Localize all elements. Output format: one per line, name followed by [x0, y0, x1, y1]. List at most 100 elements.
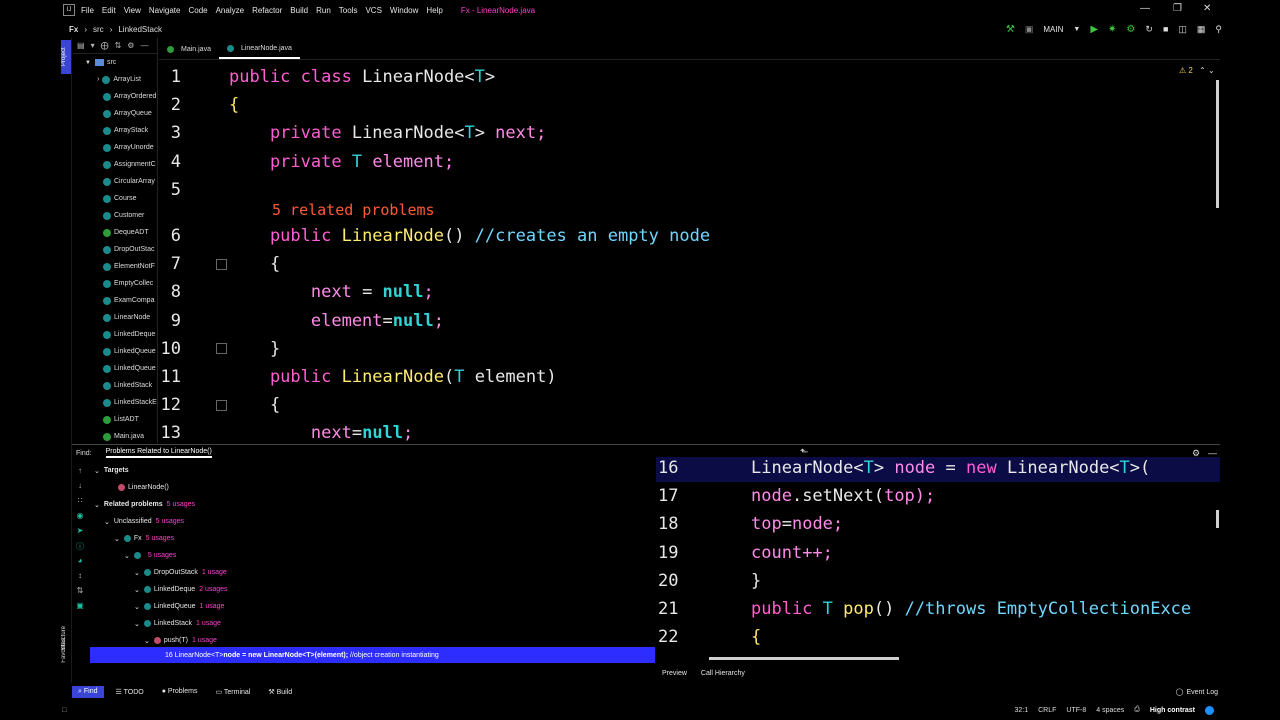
file-encoding[interactable]: UTF-8	[1066, 707, 1086, 714]
chevron-down-icon[interactable]: ⌄	[134, 620, 140, 628]
breadcrumb-class[interactable]: LinkedStack	[118, 25, 162, 34]
tree-item[interactable]: LinkedQueue	[73, 343, 157, 360]
build-hammer-icon[interactable]: ⚒	[1006, 24, 1015, 35]
preview-hscrollbar[interactable]	[709, 657, 899, 660]
arrow-down-icon[interactable]: ↓	[75, 481, 85, 491]
theme-indicator[interactable]: High contrast	[1150, 707, 1195, 714]
menu-item-refactor[interactable]: Refactor	[252, 6, 282, 15]
close-icon[interactable]: ✕	[1203, 3, 1211, 14]
filter-icon[interactable]: ◕	[75, 556, 85, 566]
tree-item[interactable]: ListADT	[73, 411, 157, 428]
tree-item[interactable]: EmptyCollec	[73, 275, 157, 292]
chevron-down-icon[interactable]: ⌄	[1208, 66, 1215, 75]
favorites-tool-tab[interactable]: Favorites	[61, 638, 67, 663]
chevron-down-icon[interactable]: ⌄	[104, 518, 110, 526]
tree-item[interactable]: DequeADT	[73, 224, 157, 241]
chevron-down-icon[interactable]: ⌄	[144, 637, 150, 645]
chevron-down-icon[interactable]: ⌄	[134, 569, 140, 577]
project-tool-tab[interactable]: Project	[61, 40, 71, 74]
indent-setting[interactable]: 4 spaces	[1096, 707, 1124, 714]
tree-item[interactable]: CircularArray	[73, 173, 157, 190]
menu-item-view[interactable]: View	[124, 6, 141, 15]
tree-item[interactable]: ExamCompa	[73, 292, 157, 309]
selected-usage-row[interactable]: 16 LinearNode<T> node = new LinearNode<T…	[90, 647, 655, 663]
result-row[interactable]: ⌄ 5 usages	[124, 547, 176, 564]
breadcrumb-src[interactable]: src	[93, 25, 104, 34]
caret-position[interactable]: 32:1	[1014, 707, 1028, 714]
result-row[interactable]: ⌄ LinkedStack 1 usage	[134, 615, 221, 632]
lock-icon[interactable]: ⎙	[1134, 706, 1140, 714]
gear-icon[interactable]: ⚙	[127, 41, 134, 50]
result-row[interactable]: LinearNode()	[114, 479, 173, 496]
code-editor[interactable]: 1 public class LinearNode<T> 2{3 private L…	[159, 62, 1220, 444]
usage-preview[interactable]: 16 LinearNode<T> node = new LinearNode<T>…	[656, 457, 1220, 664]
project-structure-icon[interactable]: ◫	[1178, 24, 1187, 35]
related-problems-hint[interactable]: 5 related problems	[272, 201, 435, 219]
restore-icon[interactable]: ❐	[1173, 3, 1182, 14]
tree-item[interactable]: LinkedQueue	[73, 360, 157, 377]
preview-toggle-icon[interactable]: ▣	[75, 601, 85, 611]
fold-marker-icon[interactable]	[216, 343, 227, 354]
tool-button-build[interactable]: ⚒ Build	[262, 686, 298, 698]
fold-marker-icon[interactable]	[216, 259, 227, 270]
tree-item[interactable]: DropOutStac	[73, 241, 157, 258]
menu-item-analyze[interactable]: Analyze	[216, 6, 244, 15]
tree-item[interactable]: Customer	[73, 207, 157, 224]
menu-item-window[interactable]: Window	[390, 6, 418, 15]
notifications-icon[interactable]	[1205, 705, 1214, 715]
tool-button-todo[interactable]: ☰ TODO	[110, 686, 150, 698]
tab-linearnode-java[interactable]: LinearNode.java	[218, 40, 300, 59]
result-row[interactable]: ⌄ LinkedQueue 1 usage	[134, 598, 224, 615]
info-icon[interactable]: ⓘ	[75, 541, 85, 551]
tree-item[interactable]: ArrayOrdered	[73, 88, 157, 105]
result-row[interactable]: ⌄ Targets	[94, 462, 133, 479]
result-row[interactable]: ⌄ Unclassified 5 usages	[104, 513, 184, 530]
tab-problems-related[interactable]: Problems Related to LinearNode()	[105, 448, 212, 458]
result-row[interactable]: ⌄ LinkedDeque 2 usages	[134, 581, 228, 598]
navigate-icon[interactable]: ➤	[75, 526, 85, 536]
menu-item-help[interactable]: Help	[426, 6, 442, 15]
tab-preview[interactable]: Preview	[662, 670, 687, 677]
menu-item-navigate[interactable]: Navigate	[149, 6, 181, 15]
group-icon[interactable]: ∷	[75, 496, 85, 506]
chevron-right-icon[interactable]: ›	[97, 76, 99, 83]
profile-icon[interactable]: ↻	[1145, 24, 1153, 35]
view-mode-icon[interactable]: ▤	[77, 41, 85, 50]
tree-root-src[interactable]: ▼ src	[73, 54, 157, 71]
result-row[interactable]: ⌄ DropOutStack 1 usage	[134, 564, 227, 581]
locate-icon[interactable]: ⨁	[101, 41, 109, 50]
chevron-down-icon[interactable]: ⌄	[94, 467, 100, 475]
chevron-down-icon[interactable]: ⌄	[114, 535, 120, 543]
tree-item[interactable]: ElementNotF	[73, 258, 157, 275]
layout-toggle-icon[interactable]: □	[62, 707, 66, 714]
chevron-down-icon[interactable]: ⌄	[134, 586, 140, 594]
run-config-select[interactable]: MAIN	[1043, 25, 1063, 34]
tree-item[interactable]: LinkedDeque	[73, 326, 157, 343]
tree-item[interactable]: AssignmentC	[73, 156, 157, 173]
tree-item[interactable]: Course	[73, 190, 157, 207]
tab-call-hierarchy[interactable]: Call Hierarchy	[701, 670, 745, 677]
tree-item[interactable]: LinearNode	[73, 309, 157, 326]
fold-marker-icon[interactable]	[216, 400, 227, 411]
chevron-down-icon[interactable]: ⌄	[134, 603, 140, 611]
chevron-up-icon[interactable]: ⌃	[1199, 66, 1206, 75]
menu-item-run[interactable]: Run	[316, 6, 331, 15]
layout-icon[interactable]: ▦	[1197, 24, 1206, 35]
chevron-down-icon[interactable]: ⌄	[124, 552, 130, 560]
line-separator[interactable]: CRLF	[1038, 707, 1056, 714]
coverage-icon[interactable]: ⚙	[1126, 24, 1135, 35]
collapse-all-icon[interactable]: ⇅	[75, 586, 85, 596]
tool-button-find[interactable]: ⌕ Find	[72, 686, 104, 698]
stop-icon[interactable]: ■	[1163, 24, 1168, 34]
arrow-up-icon[interactable]: ↑	[75, 466, 85, 476]
menu-item-edit[interactable]: Edit	[102, 6, 116, 15]
result-row[interactable]: ⌄ Fx 5 usages	[114, 530, 174, 547]
search-icon[interactable]: ⚲	[1215, 24, 1222, 35]
tree-item[interactable]: ArrayStack	[73, 122, 157, 139]
preview-scrollbar[interactable]	[1216, 510, 1219, 528]
chevron-down-icon[interactable]: ▾	[91, 41, 95, 50]
menu-item-build[interactable]: Build	[290, 6, 308, 15]
menu-item-vcs[interactable]: VCS	[365, 6, 381, 15]
menu-item-tools[interactable]: Tools	[339, 6, 358, 15]
tool-button-terminal[interactable]: ▭ Terminal	[209, 686, 256, 698]
